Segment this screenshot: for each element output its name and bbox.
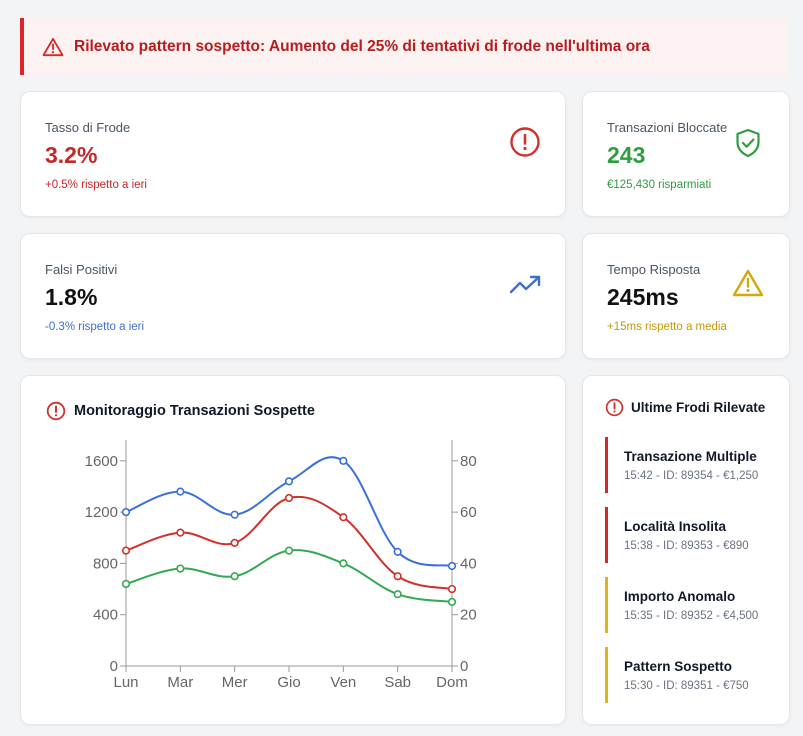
data-point (447, 561, 457, 571)
stat-label: Tempo Risposta (607, 262, 701, 277)
x-tick-label: Lun (113, 674, 138, 691)
data-point (393, 547, 402, 556)
data-point (176, 487, 185, 496)
stat-value: 1.8% (45, 284, 98, 310)
stat-change: +15ms rispetto a media (607, 321, 727, 333)
fraud-item-meta: 15:38 - ID: 89353 - €890 (624, 540, 749, 552)
series-line (125, 549, 453, 603)
data-point (121, 546, 131, 555)
data-point (230, 572, 239, 581)
data-point (121, 579, 131, 589)
series-line (125, 495, 453, 591)
y-tick-label-left: 0 (110, 658, 118, 675)
data-point (284, 493, 294, 503)
alert-message: Rilevato pattern sospetto: Aumento del 2… (74, 37, 650, 55)
recent-frauds-title: Ultime Frodi Rilevate (631, 400, 766, 415)
stat-change: -0.3% rispetto a ieri (45, 321, 145, 333)
fraud-item-title: Pattern Sospetto (624, 659, 733, 674)
fraud-item-meta: 15:35 - ID: 89352 - €4,500 (624, 610, 759, 622)
data-point (339, 513, 348, 522)
data-point (339, 456, 348, 465)
x-tick-label: Mer (222, 674, 248, 691)
data-point (339, 559, 348, 568)
false-positives-card: Falsi Positivi 1.8% -0.3% rispetto a ier… (20, 233, 566, 359)
fraud-list-item[interactable]: Transazione Multiple 15:42 - ID: 89354 -… (605, 437, 785, 493)
warning-triangle-icon (731, 268, 765, 303)
data-point (284, 546, 294, 555)
fraud-item-meta: 15:30 - ID: 89351 - €750 (624, 680, 749, 692)
response-time-card: Tempo Risposta 245ms +15ms rispetto a me… (582, 233, 790, 359)
data-point (121, 508, 131, 517)
recent-frauds-card: Ultime Frodi Rilevate Transazione Multip… (582, 375, 790, 725)
stat-value: 245ms (607, 284, 679, 310)
suspicious-transactions-chart: 0 400 800 1200 1600 0 20 40 60 80 Lun Mar Mer Gio Ven S… (85, 440, 477, 691)
data-point (393, 572, 402, 581)
fraud-list-item[interactable]: Località Insolita 15:38 - ID: 89353 - €8… (605, 507, 785, 563)
y-tick-label-left: 1200 (85, 504, 118, 521)
fraud-list-item[interactable]: Pattern Sospetto 15:30 - ID: 89351 - €75… (605, 647, 785, 703)
monitoring-chart-card: Monitoraggio Transazioni Sospette 0 400 80… (20, 375, 566, 725)
stat-label: Transazioni Bloccate (607, 120, 728, 135)
x-tick-label: Ven (330, 674, 356, 691)
data-point (393, 590, 402, 599)
fraud-item-title: Località Insolita (624, 519, 727, 534)
fraud-list-item[interactable]: Importo Anomalo 15:35 - ID: 89352 - €4,5… (605, 577, 785, 633)
x-tick-label: Gio (277, 674, 300, 691)
y-tick-label-right: 60 (460, 504, 477, 521)
warning-triangle-icon (42, 37, 64, 57)
stat-label: Falsi Positivi (45, 262, 118, 277)
trending-up-icon (509, 272, 543, 301)
y-tick-label-left: 800 (93, 555, 118, 572)
stat-value: 3.2% (45, 142, 98, 168)
data-point (284, 477, 294, 486)
data-point (230, 510, 239, 519)
stat-change: +0.5% rispetto a ieri (45, 179, 147, 191)
fraud-item-title: Importo Anomalo (624, 589, 736, 604)
y-tick-label-right: 40 (460, 555, 477, 572)
fraud-alert-banner: Rilevato pattern sospetto: Aumento del 2… (20, 18, 788, 75)
data-point (447, 584, 457, 594)
x-tick-label: Mar (167, 674, 193, 691)
data-point (447, 597, 457, 606)
y-tick-label-left: 1600 (85, 453, 118, 470)
fraud-rate-card: Tasso di Frode 3.2% +0.5% rispetto a ier… (20, 91, 566, 217)
shield-check-icon (735, 128, 761, 163)
data-point (230, 538, 239, 547)
stat-change: €125,430 risparmiati (607, 179, 712, 191)
stat-label: Tasso di Frode (45, 120, 131, 135)
x-tick-label: Sab (384, 674, 411, 691)
y-tick-label-left: 400 (93, 607, 118, 624)
fraud-item-meta: 15:42 - ID: 89354 - €1,250 (624, 470, 759, 482)
y-tick-label-right: 20 (460, 607, 477, 624)
x-tick-label: Dom (436, 674, 468, 691)
fraud-item-title: Transazione Multiple (624, 449, 757, 464)
stat-value: 243 (607, 142, 646, 168)
data-point (176, 528, 185, 537)
data-point (176, 564, 185, 573)
alert-circle-icon (605, 398, 624, 422)
y-tick-label-right: 80 (460, 453, 477, 470)
blocked-transactions-card: Transazioni Bloccate 243 €125,430 rispar… (582, 91, 790, 217)
y-tick-label-right: 0 (460, 658, 468, 675)
alert-circle-icon (509, 126, 541, 163)
